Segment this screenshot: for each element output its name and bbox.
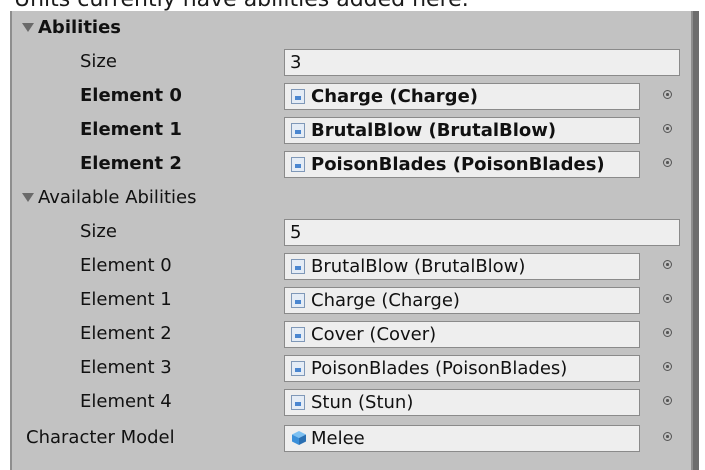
- available-size-row: Size 5: [12, 215, 691, 249]
- available-size-label: Size: [80, 221, 117, 242]
- available-element-row: Element 3 PoisonBlades (PoisonBlades): [12, 351, 691, 385]
- element-label: Element 0: [80, 255, 172, 276]
- object-field-value: PoisonBlades (PoisonBlades): [311, 154, 605, 175]
- object-picker-icon[interactable]: [663, 124, 672, 133]
- abilities-size-field[interactable]: 3: [284, 49, 680, 76]
- scrollbar[interactable]: [693, 11, 699, 470]
- script-asset-icon: [291, 123, 305, 138]
- available-abilities-header: Available Abilities: [38, 187, 197, 208]
- foldout-arrow-icon[interactable]: [22, 23, 34, 32]
- abilities-element-row: Element 2 PoisonBlades (PoisonBlades): [12, 147, 691, 181]
- object-field[interactable]: BrutalBlow (BrutalBlow): [284, 253, 640, 280]
- character-model-field[interactable]: Melee: [284, 425, 640, 452]
- object-field-value: Charge (Charge): [311, 290, 460, 311]
- character-model-value: Melee: [311, 428, 365, 449]
- available-element-row: Element 1 Charge (Charge): [12, 283, 691, 317]
- character-model-label: Character Model: [26, 427, 175, 448]
- object-field[interactable]: PoisonBlades (PoisonBlades): [284, 355, 640, 382]
- abilities-size-row: Size 3: [12, 45, 691, 79]
- object-field[interactable]: Cover (Cover): [284, 321, 640, 348]
- element-label: Element 0: [80, 85, 182, 106]
- available-size-field[interactable]: 5: [284, 219, 680, 246]
- element-label: Element 4: [80, 391, 172, 412]
- element-label: Element 1: [80, 289, 172, 310]
- script-asset-icon: [291, 89, 305, 104]
- object-field[interactable]: PoisonBlades (PoisonBlades): [284, 151, 640, 178]
- element-label: Element 3: [80, 357, 172, 378]
- character-model-row: Character Model Melee: [12, 421, 691, 455]
- script-asset-icon: [291, 259, 305, 274]
- object-picker-icon[interactable]: [663, 362, 672, 371]
- object-picker-icon[interactable]: [663, 328, 672, 337]
- object-field[interactable]: Charge (Charge): [284, 287, 640, 314]
- available-element-row: Element 4 Stun (Stun): [12, 385, 691, 419]
- script-asset-icon: [291, 293, 305, 308]
- object-field-value: Cover (Cover): [311, 324, 437, 345]
- object-field-value: BrutalBlow (BrutalBlow): [311, 256, 526, 277]
- abilities-foldout[interactable]: Abilities: [12, 11, 691, 45]
- object-field[interactable]: Charge (Charge): [284, 83, 640, 110]
- element-label: Element 1: [80, 119, 182, 140]
- object-picker-icon[interactable]: [663, 432, 672, 441]
- object-field-value: Charge (Charge): [311, 86, 479, 107]
- object-picker-icon[interactable]: [663, 396, 672, 405]
- abilities-size-label: Size: [80, 51, 117, 72]
- available-element-row: Element 2 Cover (Cover): [12, 317, 691, 351]
- abilities-element-row: Element 0 Charge (Charge): [12, 79, 691, 113]
- object-field-value: PoisonBlades (PoisonBlades): [311, 358, 568, 379]
- abilities-header: Abilities: [38, 17, 122, 38]
- object-picker-icon[interactable]: [663, 294, 672, 303]
- object-field-value: Stun (Stun): [311, 392, 414, 413]
- object-field-value: BrutalBlow (BrutalBlow): [311, 120, 557, 141]
- prefab-cube-icon: [292, 431, 306, 445]
- abilities-element-row: Element 1 BrutalBlow (BrutalBlow): [12, 113, 691, 147]
- available-element-row: Element 0 BrutalBlow (BrutalBlow): [12, 249, 691, 283]
- element-label: Element 2: [80, 153, 182, 174]
- available-abilities-foldout[interactable]: Available Abilities: [12, 181, 691, 215]
- script-asset-icon: [291, 327, 305, 342]
- script-asset-icon: [291, 395, 305, 410]
- inspector-panel: Abilities Size 3 Element 0 Charge (Charg…: [10, 11, 699, 470]
- script-asset-icon: [291, 361, 305, 376]
- object-field[interactable]: Stun (Stun): [284, 389, 640, 416]
- foldout-arrow-icon[interactable]: [22, 193, 34, 202]
- object-field[interactable]: BrutalBlow (BrutalBlow): [284, 117, 640, 144]
- object-picker-icon[interactable]: [663, 90, 672, 99]
- script-asset-icon: [291, 157, 305, 172]
- element-label: Element 2: [80, 323, 172, 344]
- object-picker-icon[interactable]: [663, 158, 672, 167]
- object-picker-icon[interactable]: [663, 260, 672, 269]
